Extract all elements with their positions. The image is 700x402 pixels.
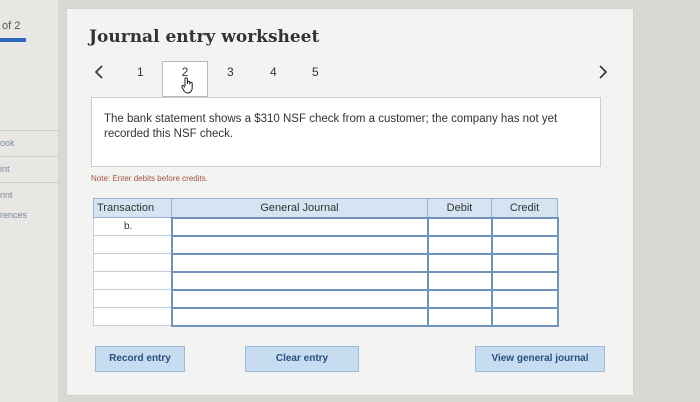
credit-input[interactable]	[490, 234, 559, 255]
account-input[interactable]	[170, 252, 429, 273]
sidebar-divider	[0, 130, 58, 131]
left-sidebar: of 2 ook int rint rences	[0, 0, 58, 402]
account-input[interactable]	[170, 288, 429, 309]
transaction-cell	[93, 307, 172, 326]
debit-input[interactable]	[426, 216, 493, 237]
page-indicator: of 2	[2, 20, 21, 32]
table-row: b.	[93, 216, 559, 237]
page-title: Journal entry worksheet	[89, 27, 320, 47]
header-debit: Debit	[427, 198, 492, 218]
transaction-cell: b.	[93, 217, 172, 236]
debit-input[interactable]	[426, 234, 493, 255]
transaction-cell	[93, 289, 172, 308]
table-row	[93, 252, 559, 273]
account-input[interactable]	[170, 306, 429, 327]
account-input[interactable]	[170, 234, 429, 255]
step-4[interactable]: 4	[270, 65, 277, 79]
table-header-row: Transaction General Journal Debit Credit	[93, 198, 558, 218]
step-5[interactable]: 5	[312, 65, 319, 79]
account-input[interactable]	[170, 216, 429, 237]
header-credit: Credit	[491, 198, 558, 218]
credit-input[interactable]	[490, 252, 559, 273]
sidebar-accent-bar	[0, 38, 26, 42]
transaction-cell	[93, 253, 172, 272]
table-row	[93, 288, 559, 309]
journal-table: Transaction General Journal Debit Credit…	[93, 198, 559, 327]
transaction-cell	[93, 235, 172, 254]
record-entry-button[interactable]: Record entry	[95, 346, 185, 372]
transaction-description: The bank statement shows a $310 NSF chec…	[104, 113, 558, 140]
step-1[interactable]: 1	[137, 65, 144, 79]
sidebar-link-hint[interactable]: int	[0, 164, 10, 174]
step-2-active[interactable]: 2	[162, 61, 208, 97]
table-row	[93, 270, 559, 291]
chevron-left-icon[interactable]	[93, 63, 105, 84]
account-input[interactable]	[170, 270, 429, 291]
transaction-description-box: The bank statement shows a $310 NSF chec…	[91, 97, 601, 167]
credit-input[interactable]	[490, 288, 559, 309]
sidebar-divider	[0, 182, 58, 183]
header-transaction: Transaction	[93, 198, 172, 218]
journal-entry-panel: Journal entry worksheet 1 2 3 4 5 The ba…	[66, 8, 634, 396]
debit-input[interactable]	[426, 306, 493, 327]
clear-entry-button[interactable]: Clear entry	[245, 346, 359, 372]
debit-input[interactable]	[426, 288, 493, 309]
sidebar-link-book[interactable]: ook	[0, 138, 15, 148]
hand-pointer-icon	[181, 76, 195, 94]
step-3[interactable]: 3	[227, 65, 234, 79]
debit-input[interactable]	[426, 252, 493, 273]
entry-note: Note: Enter debits before credits.	[91, 174, 208, 183]
debit-input[interactable]	[426, 270, 493, 291]
credit-input[interactable]	[490, 306, 559, 327]
chevron-right-icon[interactable]	[597, 63, 609, 84]
sidebar-divider	[0, 156, 58, 157]
credit-input[interactable]	[490, 270, 559, 291]
sidebar-link-references[interactable]: rences	[0, 210, 27, 220]
sidebar-link-print[interactable]: rint	[0, 190, 13, 200]
credit-input[interactable]	[490, 216, 559, 237]
view-general-journal-button[interactable]: View general journal	[475, 346, 605, 372]
table-row	[93, 306, 559, 327]
transaction-cell	[93, 271, 172, 290]
table-row	[93, 234, 559, 255]
header-general-journal: General Journal	[171, 198, 428, 218]
